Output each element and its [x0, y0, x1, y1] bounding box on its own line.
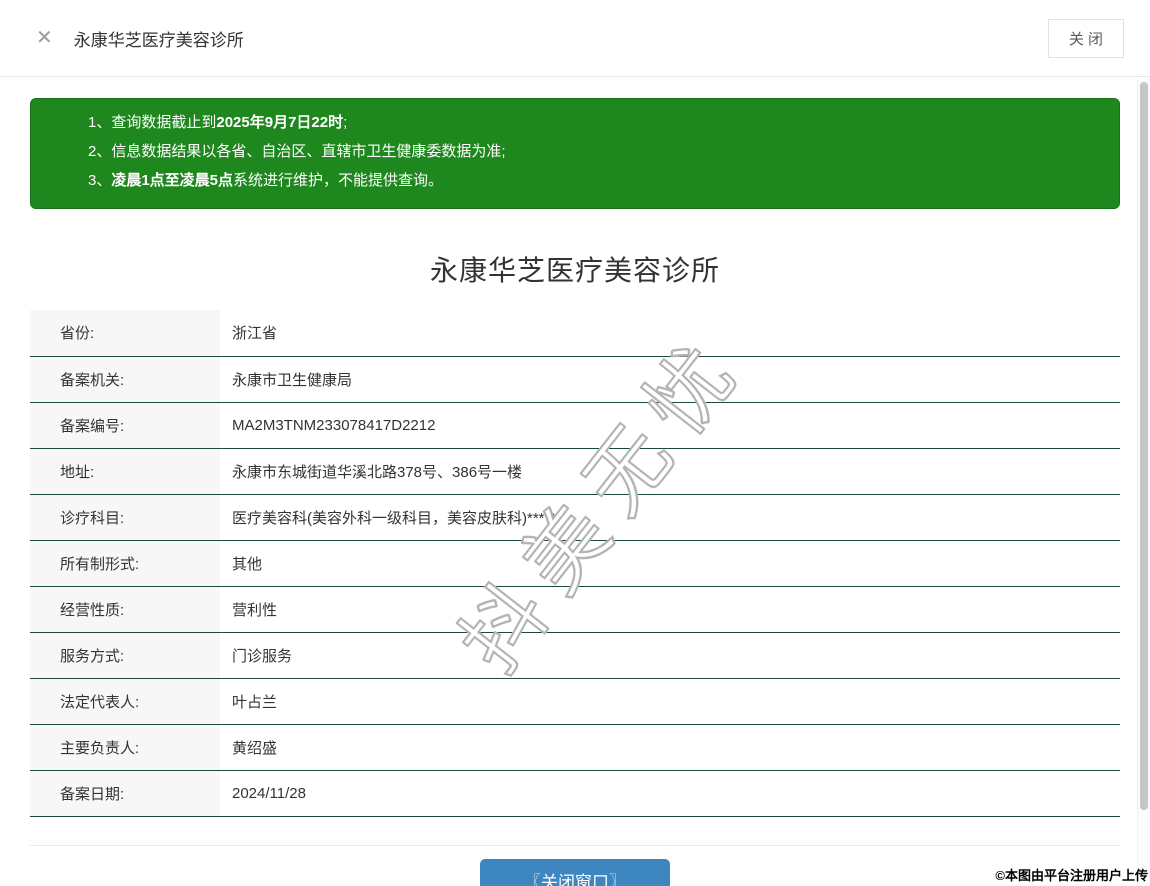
- notice-segment: 2025年9月7日22时: [216, 114, 344, 131]
- table-row: 备案机关: 永康市卫生健康局: [30, 356, 1120, 403]
- row-value: 营利性: [220, 586, 1120, 633]
- notice-line: 3、凌晨1点至凌晨5点系统进行维护，不能提供查询。: [88, 166, 1099, 195]
- notice-segment: 查询数据截止到: [111, 114, 217, 131]
- row-label: 法定代表人:: [30, 678, 220, 725]
- row-label: 地址:: [30, 448, 220, 495]
- clinic-title: 永康华芝医疗美容诊所: [429, 255, 720, 286]
- notice-segment: 系统进行维护，不能提供查询。: [233, 172, 444, 189]
- table-row: 省份: 浙江省: [30, 310, 1120, 357]
- row-label: 备案机关:: [30, 356, 220, 403]
- table-row: 经营性质: 营利性: [30, 586, 1120, 633]
- row-value: 其他: [220, 540, 1120, 587]
- notice-box: 1、查询数据截止到2025年9月7日22时; 2、信息数据结果以各省、自治区、直辖…: [30, 98, 1120, 209]
- notice-segment: 凌晨1点至凌晨5点: [111, 172, 234, 189]
- table-row: 法定代表人: 叶占兰: [30, 678, 1120, 725]
- header: ✕ 永康华芝医疗美容诊所 关 闭: [0, 0, 1150, 77]
- row-value: 2024/11/28: [220, 770, 1120, 817]
- row-label: 经营性质:: [30, 586, 220, 633]
- row-label: 服务方式:: [30, 632, 220, 679]
- row-value: 叶占兰: [220, 678, 1120, 725]
- footer: 〖关闭窗口〗: [30, 846, 1120, 886]
- main-content: 1、查询数据截止到2025年9月7日22时; 2、信息数据结果以各省、自治区、直辖…: [0, 98, 1150, 886]
- row-value: 医疗美容科(美容外科一级科目，美容皮肤科)******: [220, 494, 1120, 541]
- row-value: 永康市卫生健康局: [220, 356, 1120, 403]
- row-label: 主要负责人:: [30, 724, 220, 771]
- row-label: 诊疗科目:: [30, 494, 220, 541]
- table-row: 备案日期: 2024/11/28: [30, 770, 1120, 817]
- table-row: 主要负责人: 黄绍盛: [30, 724, 1120, 771]
- header-close-button[interactable]: 关 闭: [1047, 18, 1124, 58]
- table-row: 诊疗科目: 医疗美容科(美容外科一级科目，美容皮肤科)******: [30, 494, 1120, 541]
- close-window-button[interactable]: 〖关闭窗口〗: [480, 858, 670, 886]
- row-label: 备案日期:: [30, 770, 220, 817]
- row-value: MA2M3TNM233078417D2212: [220, 402, 1120, 449]
- copyright-note: ©本图由平台注册用户上传: [995, 868, 1148, 883]
- row-value: 浙江省: [220, 310, 1120, 357]
- scrollbar-track[interactable]: [1137, 78, 1150, 886]
- row-value: 永康市东城街道华溪北路378号、386号一楼: [220, 448, 1120, 495]
- notice-line: 2、信息数据结果以各省、自治区、直辖市卫生健康委数据为准;: [88, 137, 1099, 166]
- notice-segment: ;: [343, 114, 348, 131]
- notice-line: 1、查询数据截止到2025年9月7日22时;: [88, 108, 1099, 137]
- table-row: 地址: 永康市东城街道华溪北路378号、386号一楼: [30, 448, 1120, 495]
- row-value: 黄绍盛: [220, 724, 1120, 771]
- table-row: 备案编号: MA2M3TNM233078417D2212: [30, 402, 1120, 449]
- info-table: 省份: 浙江省 备案机关: 永康市卫生健康局 备案编号: MA2M3TNM23307841…: [30, 310, 1120, 817]
- notice-number: 3、: [88, 172, 112, 189]
- notice-number: 2、: [88, 143, 112, 160]
- table-row: 服务方式: 门诊服务: [30, 632, 1120, 679]
- row-label: 备案编号:: [30, 402, 220, 449]
- table-row: 所有制形式: 其他: [30, 540, 1120, 587]
- row-label: 所有制形式:: [30, 540, 220, 587]
- notice-number: 1、: [88, 114, 112, 131]
- row-label: 省份:: [30, 310, 220, 357]
- header-title: 永康华芝医疗美容诊所: [73, 30, 244, 50]
- notice-segment: 信息数据结果以各省、自治区、直辖市卫生健康委数据为准;: [111, 143, 506, 160]
- scrollbar-thumb[interactable]: [1140, 82, 1148, 810]
- close-x-icon[interactable]: ✕: [36, 28, 53, 48]
- row-value: 门诊服务: [220, 632, 1120, 679]
